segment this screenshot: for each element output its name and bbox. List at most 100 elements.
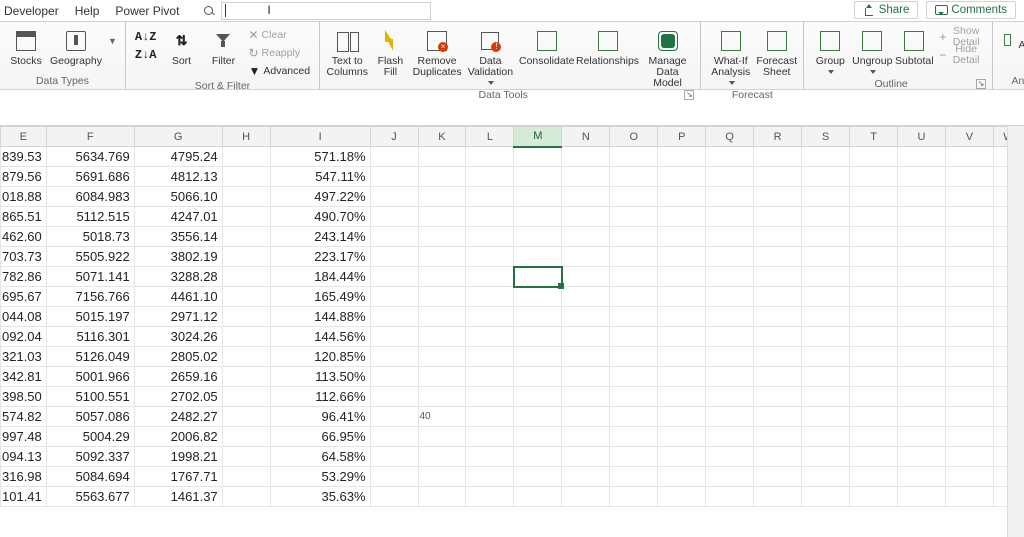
cell[interactable] xyxy=(466,247,514,267)
cell[interactable]: 094.13 xyxy=(1,447,47,467)
col-header-G[interactable]: G xyxy=(134,127,222,147)
cell[interactable] xyxy=(514,307,562,327)
geography-button[interactable]: Geography xyxy=(48,24,104,67)
cell[interactable] xyxy=(370,247,418,267)
cell[interactable]: 5018.73 xyxy=(46,227,134,247)
cell[interactable] xyxy=(898,467,946,487)
cell[interactable] xyxy=(370,347,418,367)
cell[interactable] xyxy=(706,387,754,407)
cell[interactable]: 342.81 xyxy=(1,367,47,387)
cell[interactable] xyxy=(706,267,754,287)
cell[interactable]: 398.50 xyxy=(1,387,47,407)
cell[interactable]: 879.56 xyxy=(1,167,47,187)
cell[interactable] xyxy=(658,207,706,227)
cell[interactable] xyxy=(754,367,802,387)
cell[interactable] xyxy=(850,327,898,347)
cell[interactable]: 5066.10 xyxy=(134,187,222,207)
cell[interactable] xyxy=(370,367,418,387)
forecast-sheet-button[interactable]: Forecast Sheet xyxy=(756,24,797,78)
cell[interactable] xyxy=(945,187,993,207)
cell[interactable] xyxy=(222,387,270,407)
cell[interactable] xyxy=(514,147,562,167)
subtotal-button[interactable]: Subtotal xyxy=(894,24,934,67)
data-types-gallery-dropdown[interactable]: ▼ xyxy=(106,24,119,56)
cell[interactable] xyxy=(754,147,802,167)
cell[interactable] xyxy=(945,267,993,287)
cell[interactable]: 120.85% xyxy=(270,347,370,367)
cell[interactable]: 5004.29 xyxy=(46,427,134,447)
cell[interactable]: 4247.01 xyxy=(134,207,222,227)
sort-az-button[interactable]: A↓Z xyxy=(132,28,160,46)
cell[interactable]: 092.04 xyxy=(1,327,47,347)
cell[interactable] xyxy=(945,307,993,327)
consolidate-button[interactable]: Consolidate xyxy=(519,24,574,67)
cell[interactable] xyxy=(754,407,802,427)
cell[interactable] xyxy=(514,347,562,367)
cell[interactable] xyxy=(754,467,802,487)
cell[interactable] xyxy=(610,347,658,367)
cell[interactable] xyxy=(418,387,466,407)
cell[interactable] xyxy=(610,227,658,247)
cell[interactable] xyxy=(222,487,270,507)
cell[interactable] xyxy=(514,447,562,467)
cell[interactable] xyxy=(418,467,466,487)
cell[interactable] xyxy=(706,367,754,387)
what-if-button[interactable]: What-If Analysis xyxy=(707,24,754,89)
cell[interactable] xyxy=(658,467,706,487)
cell[interactable]: 2659.16 xyxy=(134,367,222,387)
cell[interactable] xyxy=(658,147,706,167)
cell[interactable]: 66.95% xyxy=(270,427,370,447)
cell[interactable]: 5634.769 xyxy=(46,147,134,167)
cell[interactable] xyxy=(562,247,610,267)
cell[interactable] xyxy=(706,167,754,187)
clear-filter-button[interactable]: ✕Clear xyxy=(245,26,313,44)
cell[interactable] xyxy=(514,187,562,207)
col-header-L[interactable]: L xyxy=(466,127,514,147)
cell[interactable] xyxy=(222,207,270,227)
relationships-button[interactable]: Relationships xyxy=(576,24,638,67)
cell[interactable]: 321.03 xyxy=(1,347,47,367)
cell[interactable]: 4795.24 xyxy=(134,147,222,167)
cell[interactable] xyxy=(658,187,706,207)
cell[interactable] xyxy=(466,467,514,487)
cell[interactable] xyxy=(370,227,418,247)
cell[interactable]: 113.50% xyxy=(270,367,370,387)
cell[interactable] xyxy=(850,247,898,267)
cell[interactable] xyxy=(706,427,754,447)
cell[interactable] xyxy=(466,427,514,447)
cell[interactable] xyxy=(418,227,466,247)
cell[interactable]: 223.17% xyxy=(270,247,370,267)
group-button[interactable]: Group xyxy=(810,24,850,78)
cell[interactable] xyxy=(754,227,802,247)
cell[interactable] xyxy=(610,427,658,447)
cell[interactable] xyxy=(610,147,658,167)
cell[interactable] xyxy=(562,147,610,167)
hide-detail-button[interactable]: −Hide Detail xyxy=(936,46,986,64)
col-header-R[interactable]: R xyxy=(754,127,802,147)
cell[interactable] xyxy=(706,487,754,507)
cell[interactable] xyxy=(850,287,898,307)
data-analysis-button[interactable]: Data Analysis xyxy=(999,28,1024,52)
cell[interactable] xyxy=(466,207,514,227)
cell[interactable] xyxy=(898,207,946,227)
cell[interactable]: 1767.71 xyxy=(134,467,222,487)
cell[interactable] xyxy=(222,247,270,267)
share-button[interactable]: Share xyxy=(854,1,919,19)
cell[interactable] xyxy=(562,407,610,427)
cell[interactable]: 018.88 xyxy=(1,187,47,207)
cell[interactable] xyxy=(222,427,270,447)
cell[interactable] xyxy=(418,347,466,367)
cell[interactable] xyxy=(562,227,610,247)
cell[interactable] xyxy=(802,147,850,167)
manage-data-model-button[interactable]: Manage Data Model xyxy=(641,24,695,89)
cell[interactable] xyxy=(514,487,562,507)
cell[interactable] xyxy=(370,207,418,227)
col-header-U[interactable]: U xyxy=(898,127,946,147)
col-header-N[interactable]: N xyxy=(562,127,610,147)
cell[interactable] xyxy=(850,407,898,427)
cell[interactable]: 5071.141 xyxy=(46,267,134,287)
cell[interactable]: 2482.27 xyxy=(134,407,222,427)
cell[interactable] xyxy=(514,467,562,487)
cell[interactable] xyxy=(658,447,706,467)
cell[interactable]: 462.60 xyxy=(1,227,47,247)
